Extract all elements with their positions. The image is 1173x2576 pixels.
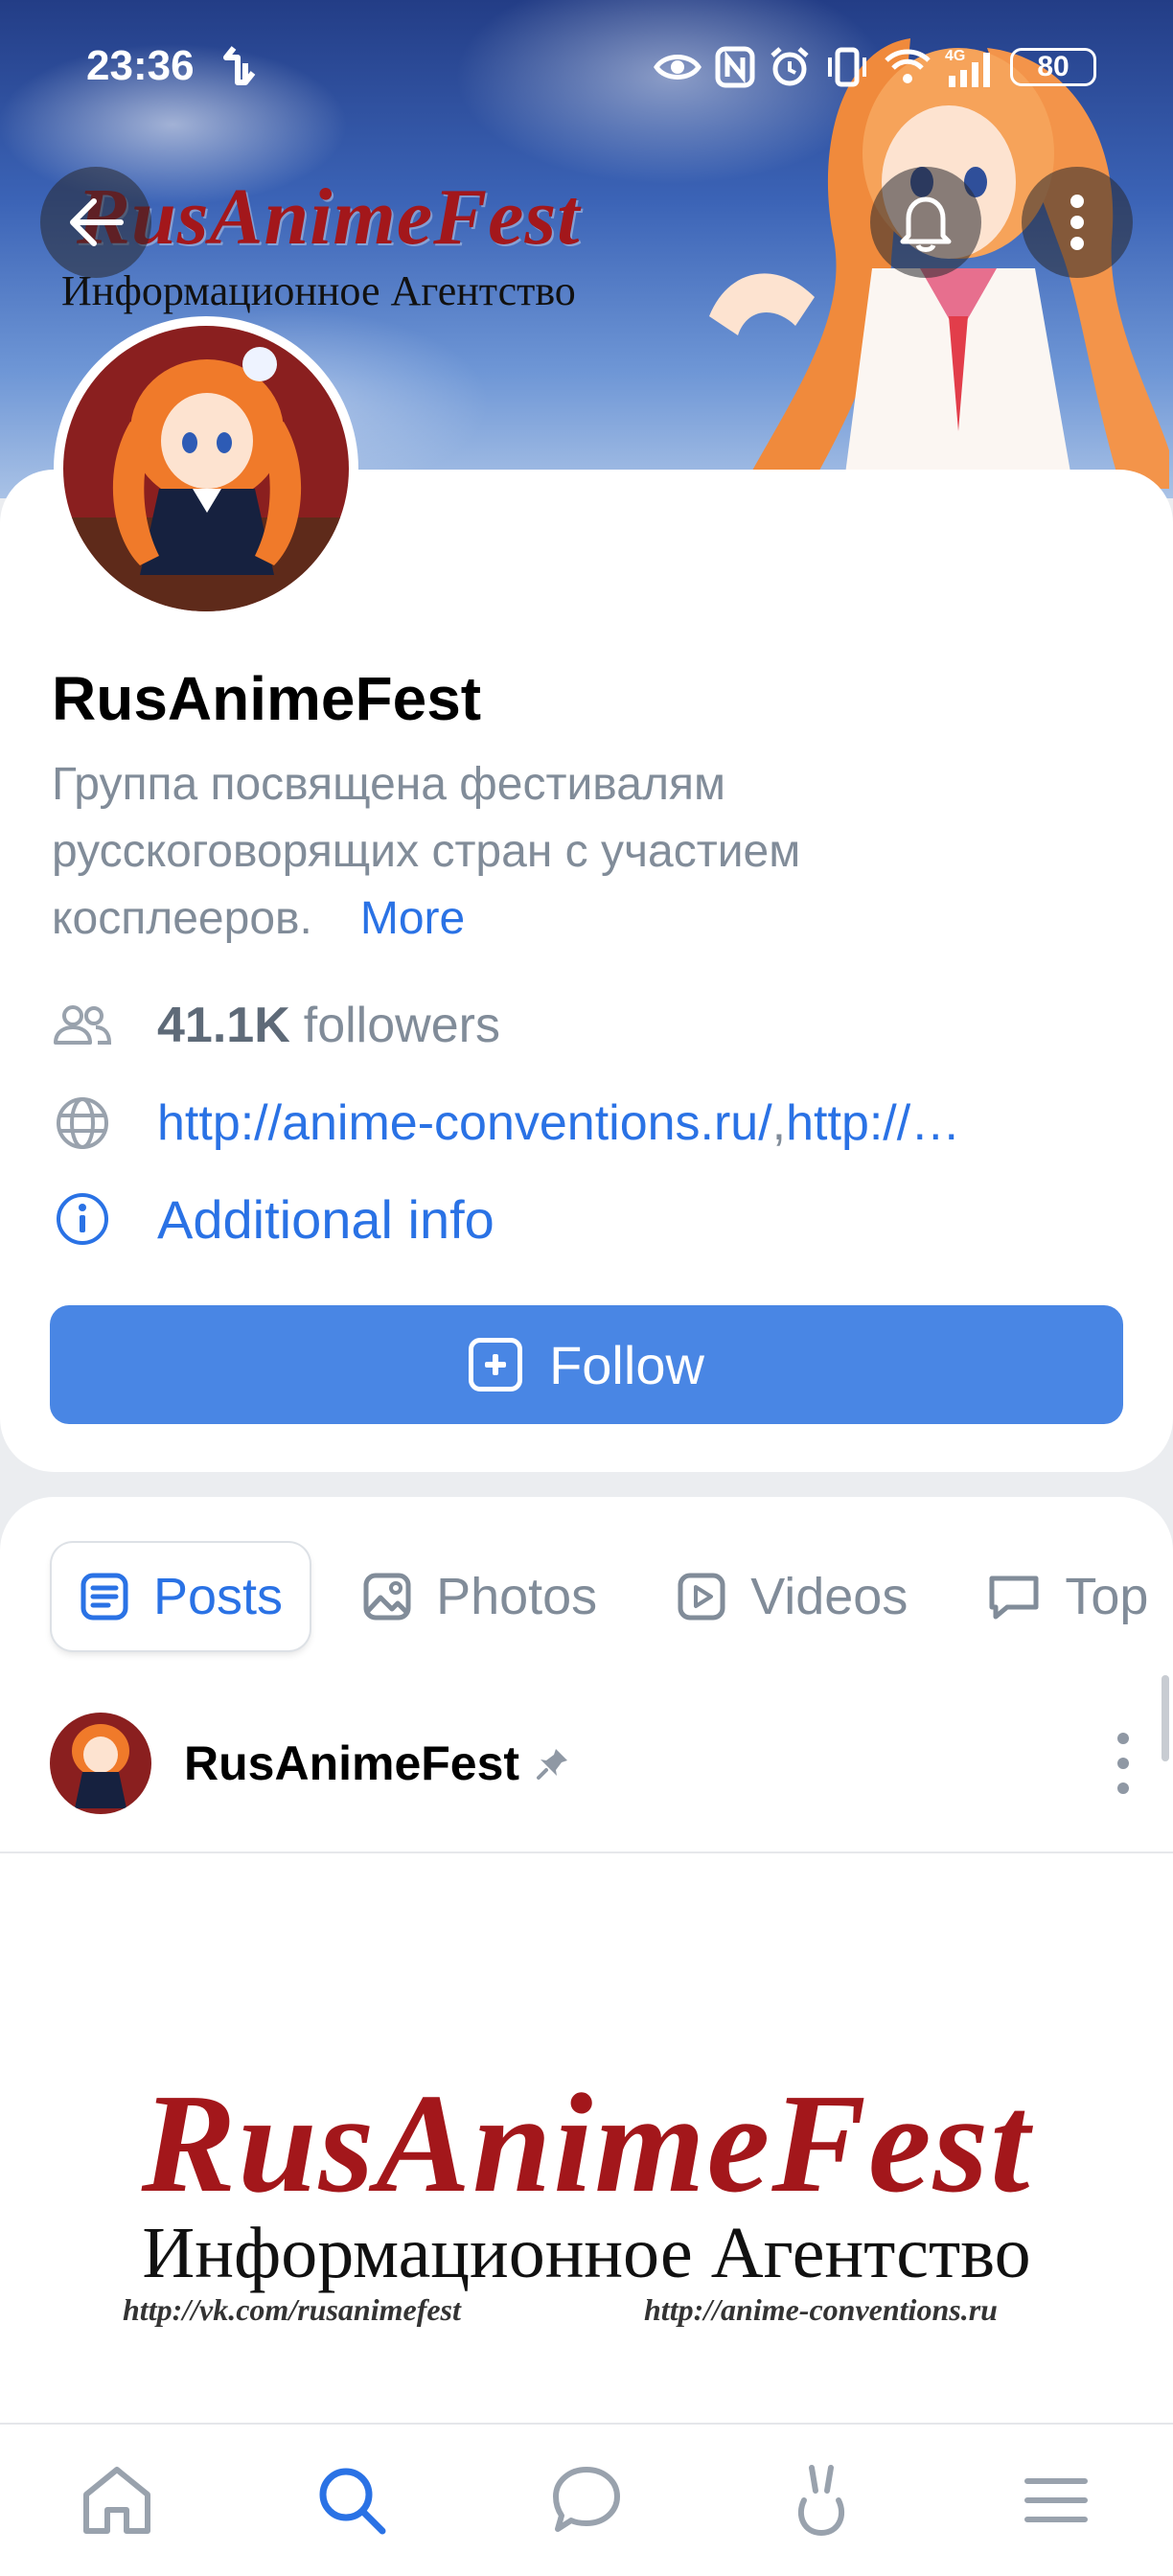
follow-button[interactable]: Follow (50, 1305, 1123, 1424)
add-square-icon (469, 1338, 523, 1392)
back-button[interactable] (40, 167, 151, 278)
wifi-icon (885, 49, 931, 83)
notifications-button[interactable] (870, 167, 981, 278)
followers-icon (54, 1005, 112, 1045)
community-avatar[interactable] (54, 316, 358, 621)
nav-messages[interactable] (529, 2443, 644, 2558)
home-icon (83, 2467, 151, 2534)
more-link[interactable]: More (360, 893, 465, 944)
bottom-navigation (0, 2423, 1173, 2576)
followers-count: 41.1K (157, 998, 290, 1053)
vibrate-icon (828, 47, 866, 87)
community-name: RusAnimeFest (52, 664, 482, 733)
tab-topics-label: Top (1065, 1568, 1149, 1625)
post-avatar-illustration (50, 1713, 151, 1814)
post-image-title: RusAnimeFest (141, 2065, 1032, 2222)
scrollbar[interactable] (1162, 1675, 1169, 1761)
nfc-icon (715, 46, 755, 88)
tab-topics[interactable]: Top (959, 1543, 1173, 1650)
network-type-label: 4G (945, 48, 965, 64)
post-author-name[interactable]: RusAnimeFest (184, 1736, 519, 1791)
follow-label: Follow (549, 1334, 704, 1395)
eye-icon (654, 55, 702, 80)
status-bar: 23:36 4G 80 (0, 0, 1173, 134)
clips-icon (797, 2465, 844, 2537)
arrow-left-icon (70, 198, 124, 246)
pin-icon (537, 1749, 568, 1780)
post-header: RusAnimeFest (50, 1712, 1142, 1815)
cellular-signal-icon: 4G (945, 48, 990, 87)
followers-row[interactable]: 41.1K followers (52, 987, 500, 1064)
tab-videos-label: Videos (750, 1568, 908, 1625)
post-image-url-left: http://vk.com/rusanimefest (123, 2292, 461, 2327)
menu-icon (1024, 2478, 1088, 2522)
community-description: Группа посвящена фестивалям русскоговоря… (52, 751, 1087, 953)
posts-icon (80, 1573, 128, 1621)
globe-icon (57, 1097, 108, 1149)
more-options-button[interactable] (1022, 167, 1133, 278)
followers-label: followers (303, 998, 500, 1053)
website-link-secondary[interactable]: http://… (786, 1094, 960, 1152)
additional-info-label: Additional info (157, 1188, 494, 1250)
website-row: http://anime-conventions.ru/, http://… (52, 1085, 1125, 1162)
battery-indicator: 80 (1010, 48, 1096, 86)
post-author-avatar[interactable] (50, 1713, 151, 1814)
info-icon (57, 1193, 108, 1245)
post-more-button[interactable] (1104, 1733, 1142, 1794)
tab-photos-label: Photos (436, 1568, 598, 1625)
avatar-illustration (63, 326, 349, 611)
topics-icon (989, 1576, 1039, 1620)
cover-logo-subtitle: Информационное Агентство (61, 267, 576, 314)
nav-search[interactable] (294, 2443, 409, 2558)
search-icon (319, 2468, 386, 2535)
alarm-icon (770, 47, 809, 86)
messages-icon (552, 2467, 620, 2532)
nav-menu[interactable] (999, 2443, 1114, 2558)
post-image-subtitle: Информационное Агентство (142, 2213, 1031, 2293)
sync-icon (223, 46, 256, 85)
tab-videos[interactable]: Videos (649, 1543, 934, 1650)
nav-clips[interactable] (764, 2443, 879, 2558)
status-icons: 4G 80 (654, 44, 1096, 90)
video-icon (678, 1573, 725, 1621)
tab-posts[interactable]: Posts (52, 1543, 310, 1650)
bell-icon (900, 196, 952, 252)
tab-photos[interactable]: Photos (334, 1543, 624, 1650)
nav-home[interactable] (59, 2443, 174, 2558)
photo-icon (363, 1573, 411, 1621)
cover-logo-title: RusAnimeFest (77, 172, 581, 262)
tab-posts-label: Posts (153, 1568, 284, 1625)
website-link-separator: , (771, 1095, 787, 1151)
additional-info-row[interactable]: Additional info (52, 1181, 494, 1257)
content-tabs: Posts Photos Videos Top (52, 1541, 1173, 1652)
more-vertical-icon (1070, 195, 1084, 250)
status-time: 23:36 (86, 42, 195, 89)
website-link-primary[interactable]: http://anime-conventions.ru/ (157, 1094, 772, 1152)
post-image-url-right: http://anime-conventions.ru (644, 2292, 998, 2327)
